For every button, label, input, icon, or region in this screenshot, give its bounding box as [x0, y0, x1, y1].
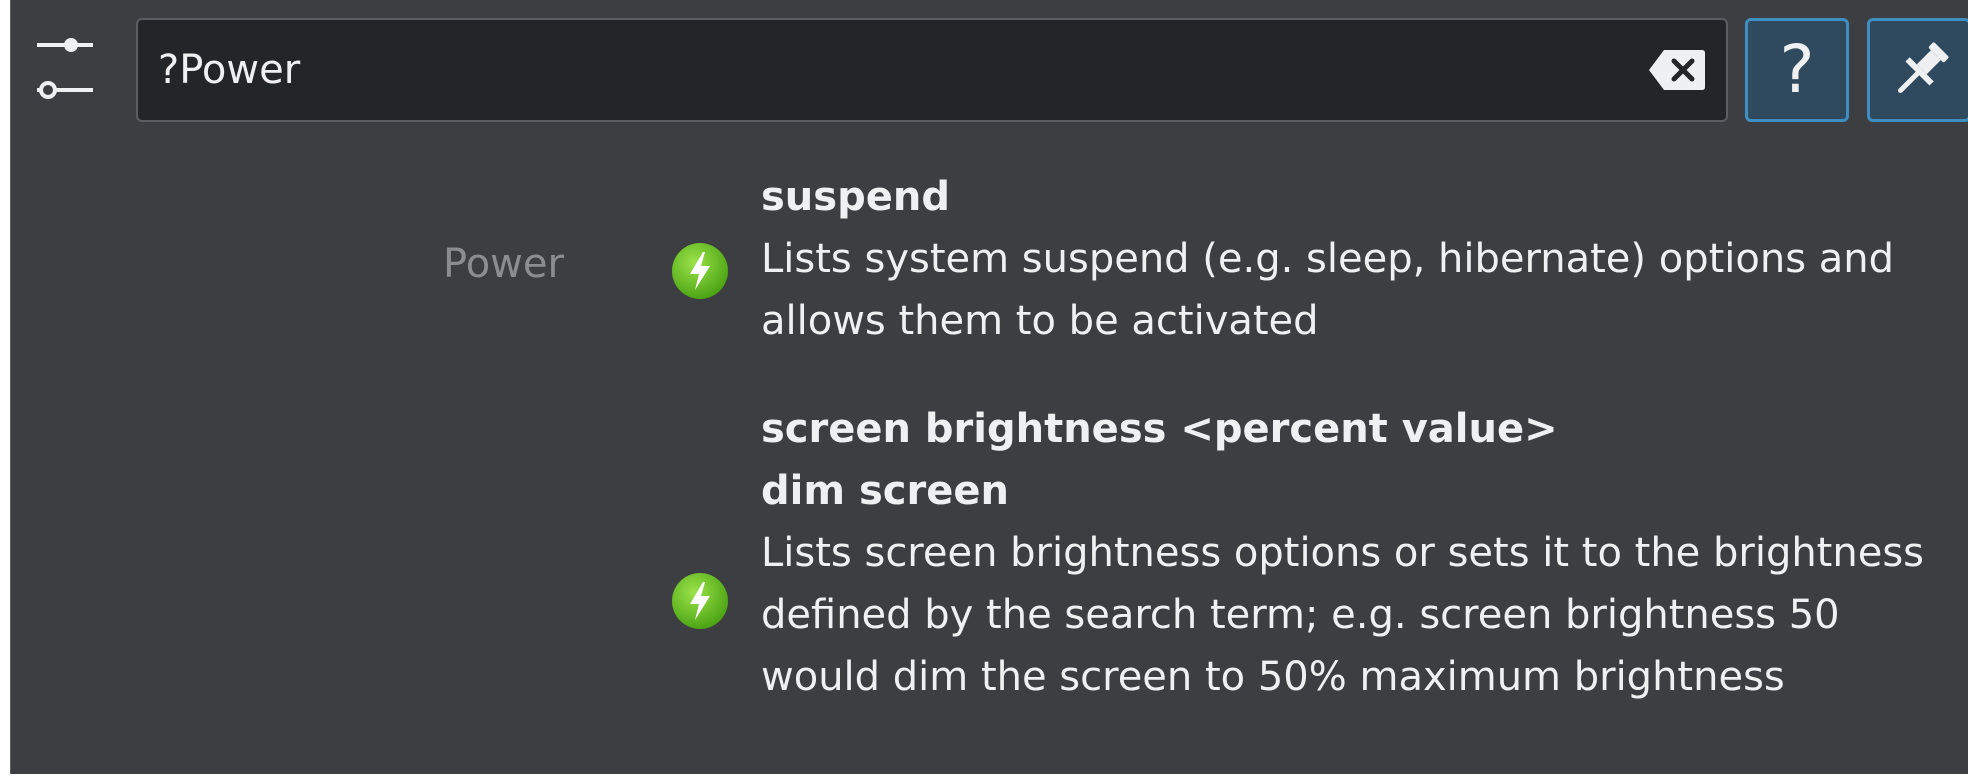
- search-toolbar: ?: [11, 0, 1968, 150]
- clear-search-button[interactable]: [1648, 48, 1706, 92]
- result-text: suspend Lists system suspend (e.g. sleep…: [761, 166, 1961, 352]
- pin-icon: [1897, 42, 1949, 94]
- result-title: suspend: [761, 174, 950, 220]
- clear-text-icon: [1649, 50, 1705, 90]
- sliders-icon: [37, 38, 93, 99]
- krunner-window: ? Power ? Power suspend Lists system sus…: [0, 0, 1968, 774]
- pin-button[interactable]: [1867, 18, 1968, 122]
- result-item-suspend[interactable]: suspend Lists system suspend (e.g. sleep…: [11, 166, 1968, 366]
- results-list: Power suspend Lists system suspend (e.g.…: [11, 150, 1968, 774]
- power-bolt-icon: [672, 573, 728, 629]
- krunner-panel: ? Power ? Power suspend Lists system sus…: [10, 0, 1968, 774]
- search-input[interactable]: [158, 20, 1618, 120]
- result-description: Lists screen brightness options or sets …: [761, 530, 1925, 700]
- result-title: screen brightness <percent value>: [761, 406, 1558, 452]
- help-button[interactable]: ?: [1745, 18, 1849, 122]
- result-item-screen-brightness[interactable]: screen brightness <percent value> dim sc…: [11, 398, 1968, 778]
- configure-button[interactable]: [31, 22, 101, 122]
- result-text: screen brightness <percent value> dim sc…: [761, 398, 1961, 708]
- power-bolt-icon: [672, 243, 728, 299]
- help-icon: ?: [1779, 31, 1815, 108]
- search-field: [136, 18, 1728, 122]
- result-title: dim screen: [761, 468, 1009, 514]
- result-description: Lists system suspend (e.g. sleep, hibern…: [761, 236, 1895, 344]
